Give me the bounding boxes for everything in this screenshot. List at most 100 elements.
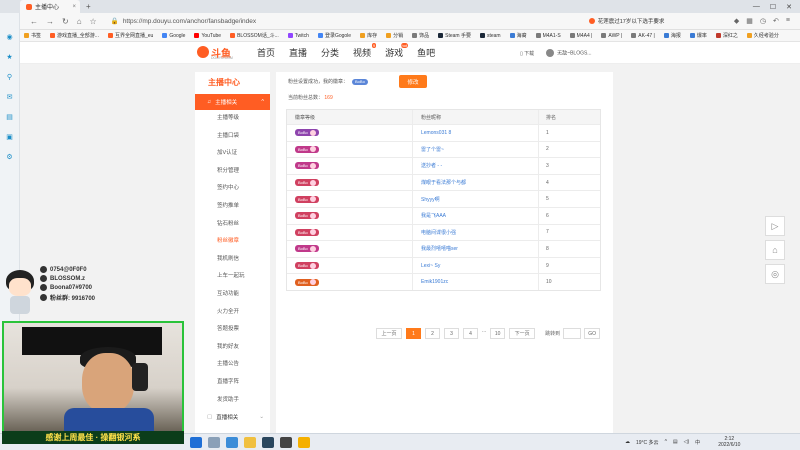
new-tab-icon[interactable]: + <box>86 2 91 11</box>
edge-icon[interactable] <box>226 437 238 448</box>
bookmark-item[interactable]: M4A1-S <box>535 33 561 39</box>
bookmark-item[interactable]: 饰品 <box>412 32 429 39</box>
sidebar-item[interactable]: 互动功能 <box>195 286 270 304</box>
sidebar-item[interactable]: 粉丝徽章 <box>195 233 270 251</box>
menu-icon[interactable]: ≡ <box>786 17 790 25</box>
bookmark-item[interactable]: 爆率 <box>689 32 707 39</box>
bookmark-item[interactable]: 海裔 <box>509 32 527 39</box>
side-settings-icon[interactable]: ⚙ <box>6 153 12 161</box>
close-tab-icon[interactable]: × <box>72 4 76 10</box>
bookmark-item[interactable]: YouTube <box>194 33 221 39</box>
bookmark-item[interactable]: Google <box>162 33 185 39</box>
star-icon[interactable]: ☆ <box>90 17 97 26</box>
fan-name[interactable]: Lemons031 8 <box>413 125 539 141</box>
page-button[interactable]: 2 <box>425 328 440 339</box>
forward-icon[interactable]: → <box>46 17 54 26</box>
clock[interactable]: 2:12 2022/6/10 <box>718 436 740 448</box>
side-search-icon[interactable]: ⚲ <box>7 73 12 81</box>
bookmark-item[interactable]: 登录Gogole <box>317 32 351 39</box>
sidebar-item[interactable]: 主播公告 <box>195 356 270 374</box>
reload-icon[interactable]: ↻ <box>62 17 69 26</box>
app-taskbar-icon[interactable] <box>298 437 310 448</box>
bookmark-item[interactable]: Steam 手要 <box>438 32 471 39</box>
ime-icon[interactable]: 中 <box>695 439 700 446</box>
nav-item[interactable]: 首页 <box>257 46 275 59</box>
gamepad-icon[interactable]: ◎ <box>765 264 785 284</box>
bookmark-item[interactable]: 库存 <box>360 32 377 39</box>
grid-icon[interactable]: ▦ <box>746 17 753 25</box>
nav-item[interactable]: 鱼吧 <box>417 46 435 59</box>
next-page-button[interactable]: 下一页 <box>509 328 536 339</box>
go-button[interactable]: GO <box>584 328 600 339</box>
nav-item[interactable]: 游戏 hot <box>385 43 409 59</box>
close-window-icon[interactable]: ✕ <box>786 3 792 11</box>
page-button[interactable]: 1 <box>406 328 421 339</box>
bookmark-item[interactable]: M4A4 | <box>569 33 592 39</box>
minimize-icon[interactable]: — <box>753 3 760 11</box>
fan-name[interactable]: 煤眼于看法那个与都 <box>413 174 539 191</box>
sidebar-item[interactable]: 签约中心 <box>195 180 270 198</box>
sidebar-item[interactable]: 签约推单 <box>195 198 270 216</box>
volume-icon[interactable]: ◁) <box>684 439 690 445</box>
fan-name[interactable]: 我是飞AAA <box>413 207 539 224</box>
bookmark-item[interactable]: 互界全网直播_eu <box>107 32 153 39</box>
page-button[interactable]: 10 <box>490 328 506 339</box>
bookmark-item[interactable]: 游戏直播_全部游... <box>50 32 99 39</box>
sidebar-item[interactable]: 加V认证 <box>195 145 270 163</box>
bookmark-item[interactable]: 书签 <box>24 32 41 39</box>
sidebar-item[interactable]: 主播等级 <box>195 110 270 128</box>
side-mail-icon[interactable]: ✉ <box>7 93 13 101</box>
sidebar-group-live[interactable]: ▢ 直播相关 ⌄ <box>195 409 270 425</box>
explorer-icon[interactable] <box>244 437 256 448</box>
history-icon[interactable]: ◷ <box>760 17 766 25</box>
back-icon[interactable]: ← <box>30 17 38 26</box>
home-float-icon[interactable]: ⌂ <box>765 240 785 260</box>
maximize-icon[interactable]: ☐ <box>770 3 776 11</box>
sidebar-item[interactable]: 钻石粉丝 <box>195 216 270 234</box>
sidebar-item[interactable]: 答题投票 <box>195 321 270 339</box>
sidebar-item[interactable]: 上车一起玩 <box>195 268 270 286</box>
fan-name[interactable]: 电脑间谍很小强 <box>413 224 539 241</box>
page-button[interactable]: 3 <box>444 328 459 339</box>
bookmark-item[interactable]: 海报 <box>663 32 681 39</box>
network-icon[interactable]: ▤ <box>673 439 678 445</box>
fan-name[interactable]: 我最烈嘻嘻喵ser <box>413 241 539 257</box>
steam-taskbar-icon[interactable] <box>262 437 274 448</box>
fan-name[interactable]: Emik1901zc <box>413 274 539 290</box>
fan-name[interactable]: 送抄者 - - <box>413 158 539 174</box>
side-home-icon[interactable]: ◉ <box>6 33 12 41</box>
sidebar-item[interactable]: 发货助手 <box>195 392 270 410</box>
bookmark-item[interactable]: AK-47 | <box>631 33 655 39</box>
fan-name[interactable]: Shyyy啊 <box>413 191 539 207</box>
search-taskbar-icon[interactable] <box>208 437 220 448</box>
nav-item[interactable]: 直播 <box>289 46 307 59</box>
prev-page-button[interactable]: 上一页 <box>376 328 402 339</box>
douyu-logo[interactable]: 斗鱼 DOUYU.COM <box>197 45 237 61</box>
sidebar-item[interactable]: 我机刷信 <box>195 251 270 269</box>
nav-item[interactable]: 视频 9 <box>353 43 377 59</box>
bookmark-item[interactable]: steam <box>479 33 501 39</box>
sidebar-group-anchor[interactable]: ♫ 主播相关 ^ <box>195 94 270 110</box>
tray-chevron-icon[interactable]: ^ <box>665 439 667 445</box>
page-button[interactable]: 4 <box>463 328 478 339</box>
download-link[interactable]: ▯ 下载 <box>520 50 534 57</box>
side-doc-icon[interactable]: ▤ <box>6 113 13 121</box>
bookmark-item[interactable]: AWP | <box>601 33 622 39</box>
start-icon[interactable] <box>190 437 202 448</box>
jump-page-input[interactable] <box>563 328 582 339</box>
url-field[interactable]: 🔒 https://mp.douyu.com/anchor/fansbadge/… <box>111 15 581 27</box>
sidebar-item[interactable]: 我的好友 <box>195 339 270 357</box>
play-icon[interactable]: ▷ <box>765 216 785 236</box>
sidebar-item[interactable]: 主播口袋 <box>195 128 270 146</box>
fan-name[interactable]: Lexi~ Sy <box>413 257 539 274</box>
bookmark-item[interactable]: Twitch <box>287 33 309 39</box>
bookmark-item[interactable]: 深红之 <box>715 32 738 39</box>
edit-badge-button[interactable]: 修改 <box>399 75 427 88</box>
extension-icon[interactable]: ◆ <box>734 17 739 25</box>
bookmark-item[interactable]: 分销 <box>386 32 403 39</box>
sidebar-item[interactable]: 直播字阵 <box>195 374 270 392</box>
home-icon[interactable]: ⌂ <box>77 17 82 26</box>
bookmark-item[interactable]: BLOSSOM话_斗... <box>230 32 279 39</box>
user-menu[interactable]: 无敌~BLOGS... <box>546 49 591 57</box>
nav-item[interactable]: 分类 <box>321 46 339 59</box>
